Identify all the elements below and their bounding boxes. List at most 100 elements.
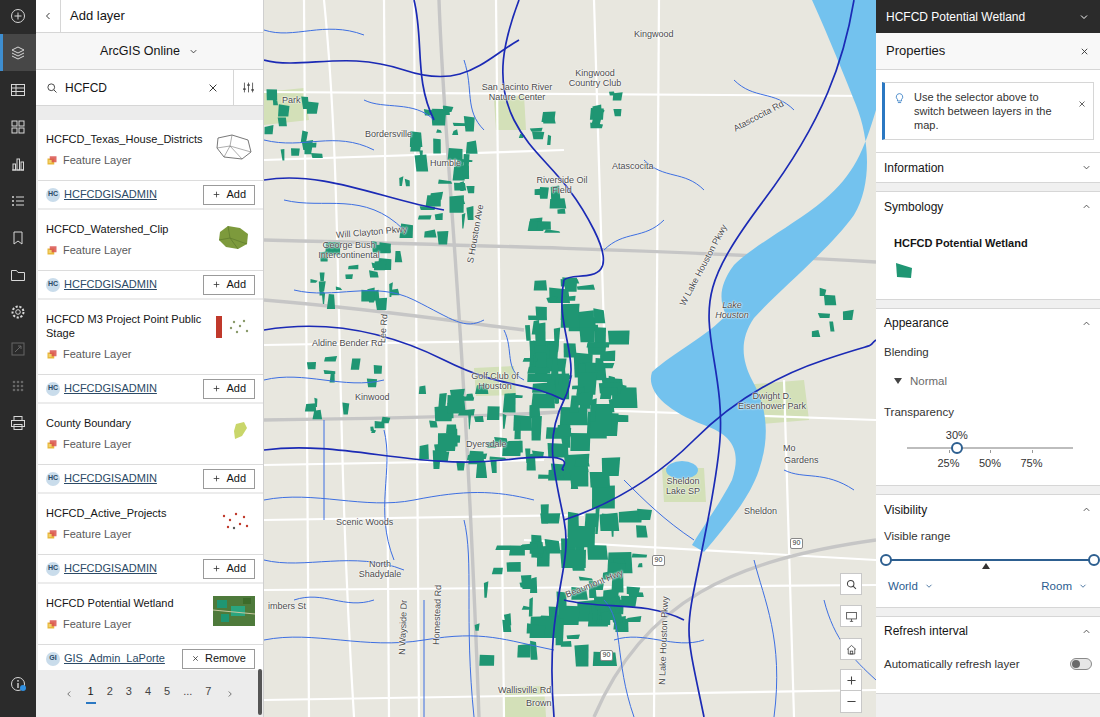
toolbar-button[interactable] bbox=[0, 71, 36, 108]
max-thumb[interactable] bbox=[1088, 554, 1100, 566]
page-button[interactable]: ... bbox=[181, 683, 194, 704]
toolbar-button[interactable] bbox=[0, 293, 36, 330]
button-label: Add bbox=[226, 560, 246, 577]
back-button[interactable] bbox=[36, 0, 61, 32]
scale-label: Room bbox=[1041, 578, 1072, 595]
blending-dropdown[interactable]: Normal bbox=[876, 373, 1100, 390]
result-type: Feature Layer bbox=[46, 153, 207, 167]
page-button[interactable]: 3 bbox=[124, 683, 134, 704]
screen-button[interactable] bbox=[840, 605, 862, 627]
transparency-slider[interactable]: 30%25%50%75% bbox=[907, 427, 1073, 467]
add-button[interactable]: Add bbox=[203, 469, 255, 489]
tip-notice: Use the selector above to switch between… bbox=[882, 82, 1094, 140]
add-button[interactable]: Add bbox=[203, 275, 255, 295]
section-header[interactable]: Appearance bbox=[876, 309, 1100, 338]
section-title: Appearance bbox=[884, 314, 949, 332]
owner-link[interactable]: HCFCDGISADMIN bbox=[64, 380, 157, 397]
symbology-body: HCFCD Potential Wetland bbox=[876, 221, 1100, 299]
map-label: Bordersville bbox=[365, 129, 412, 139]
owner-link[interactable]: HCFCDGISADMIN bbox=[64, 470, 157, 487]
search-input[interactable] bbox=[65, 79, 207, 97]
clear-icon[interactable] bbox=[207, 82, 219, 94]
owner-link[interactable]: GIS_Admin_LaPorte bbox=[64, 650, 165, 667]
properties-title: Properties bbox=[886, 41, 945, 61]
feature-layer-icon bbox=[46, 154, 58, 166]
toolbar-button[interactable] bbox=[0, 108, 36, 145]
scrollbar-thumb[interactable] bbox=[258, 669, 262, 715]
remove-button[interactable]: Remove bbox=[182, 649, 255, 669]
result-card[interactable]: HCFCD Potential WetlandFeature LayerGIGI… bbox=[38, 584, 263, 670]
result-card[interactable]: HCFCD_Watershed_ClipFeature LayerHCHCFCD… bbox=[38, 210, 263, 298]
min-scale-dropdown[interactable]: World bbox=[888, 578, 934, 595]
visible-range-slider[interactable] bbox=[886, 554, 1094, 572]
properties-panel: HCFCD Potential Wetland Properties Use the… bbox=[876, 0, 1100, 717]
result-text: HCFCD_Active_ProjectsFeature Layer bbox=[46, 506, 207, 541]
result-card[interactable]: HCFCD_Texas_House_DistrictsFeature Layer… bbox=[38, 120, 263, 208]
add-button[interactable]: Add bbox=[203, 185, 255, 205]
search-button[interactable] bbox=[840, 573, 862, 595]
close-icon[interactable] bbox=[1079, 46, 1090, 57]
owner-link[interactable]: HCFCDGISADMIN bbox=[64, 186, 157, 203]
zoom-out-button[interactable] bbox=[840, 691, 862, 713]
next-page-icon[interactable] bbox=[225, 689, 235, 699]
result-card[interactable]: County BoundaryFeature LayerHCHCFCDGISAD… bbox=[38, 404, 263, 492]
map-label: Gardens bbox=[784, 455, 819, 465]
map-label: Kinwood bbox=[355, 392, 390, 402]
auto-refresh-toggle[interactable] bbox=[1070, 658, 1092, 670]
section-header[interactable]: Refresh interval bbox=[876, 617, 1100, 646]
properties-header: Properties bbox=[876, 33, 1100, 70]
selected-indicator bbox=[0, 34, 3, 71]
page-button[interactable]: 4 bbox=[143, 683, 153, 704]
toolbar-button[interactable] bbox=[0, 145, 36, 182]
section-header[interactable]: Symbology bbox=[876, 192, 1100, 221]
owner-link[interactable]: HCFCDGISADMIN bbox=[64, 560, 157, 577]
page-button[interactable]: 7 bbox=[203, 683, 213, 704]
toolbar-button[interactable] bbox=[0, 0, 36, 34]
previous-page-icon[interactable] bbox=[64, 689, 74, 699]
page-button[interactable]: 1 bbox=[86, 683, 96, 704]
owner-link[interactable]: HCFCDGISADMIN bbox=[64, 276, 157, 293]
result-body: HCFCD Potential WetlandFeature Layer bbox=[38, 584, 263, 644]
map-controls bbox=[840, 573, 862, 713]
filter-icon bbox=[242, 81, 255, 94]
max-scale-dropdown[interactable]: Room bbox=[1041, 578, 1088, 595]
toolbar-button[interactable] bbox=[0, 404, 36, 441]
result-body: HCFCD_Active_ProjectsFeature Layer bbox=[38, 494, 263, 554]
source-dropdown[interactable]: ArcGIS Online bbox=[36, 33, 263, 70]
basemap-icon bbox=[10, 119, 26, 135]
zoom-in-button[interactable] bbox=[840, 669, 862, 691]
result-card[interactable]: HCFCD M3 Project Point Public StageFeatu… bbox=[38, 300, 263, 402]
owner-avatar: HC bbox=[46, 562, 60, 576]
legend-icon bbox=[10, 193, 26, 209]
page-button[interactable]: 2 bbox=[105, 683, 115, 704]
result-owner-row: HCHCFCDGISADMINAdd bbox=[38, 464, 263, 492]
section-header[interactable]: Visibility bbox=[876, 495, 1100, 524]
button-label: Add bbox=[226, 276, 246, 293]
toolbar-button[interactable] bbox=[0, 219, 36, 256]
map-label: N Wayside Dr bbox=[397, 600, 409, 656]
page-button[interactable]: 5 bbox=[162, 683, 172, 704]
layer-selector[interactable]: HCFCD Potential Wetland bbox=[876, 0, 1100, 33]
toolbar-button[interactable] bbox=[0, 182, 36, 219]
panel-title: Add layer bbox=[61, 6, 125, 26]
close-icon[interactable] bbox=[1077, 99, 1087, 109]
section-header[interactable]: Information bbox=[876, 153, 1100, 182]
sketch-icon bbox=[10, 341, 26, 357]
min-thumb[interactable] bbox=[880, 554, 892, 566]
add-button[interactable]: Add bbox=[203, 559, 255, 579]
slider-thumb[interactable] bbox=[951, 442, 963, 454]
filter-button[interactable] bbox=[233, 70, 263, 105]
result-card[interactable]: HCFCD_Active_ProjectsFeature Layer HC HCFC… bbox=[38, 494, 263, 582]
slider-tick bbox=[1032, 450, 1033, 453]
home-icon bbox=[845, 643, 858, 656]
polygon-symbol-icon[interactable] bbox=[894, 261, 914, 279]
add-button[interactable]: Add bbox=[203, 379, 255, 399]
plus-icon bbox=[212, 474, 221, 483]
home-button[interactable] bbox=[840, 638, 862, 660]
toolbar-button[interactable] bbox=[0, 34, 36, 71]
map[interactable]: KingwoodKingwood Country ClubSan Jacinto… bbox=[264, 0, 876, 717]
toolbar-button[interactable] bbox=[0, 256, 36, 293]
result-owner-row: HC HCFCDGISADMIN Add bbox=[38, 554, 263, 582]
information-button[interactable] bbox=[0, 668, 36, 700]
widgets-icon bbox=[10, 378, 26, 394]
